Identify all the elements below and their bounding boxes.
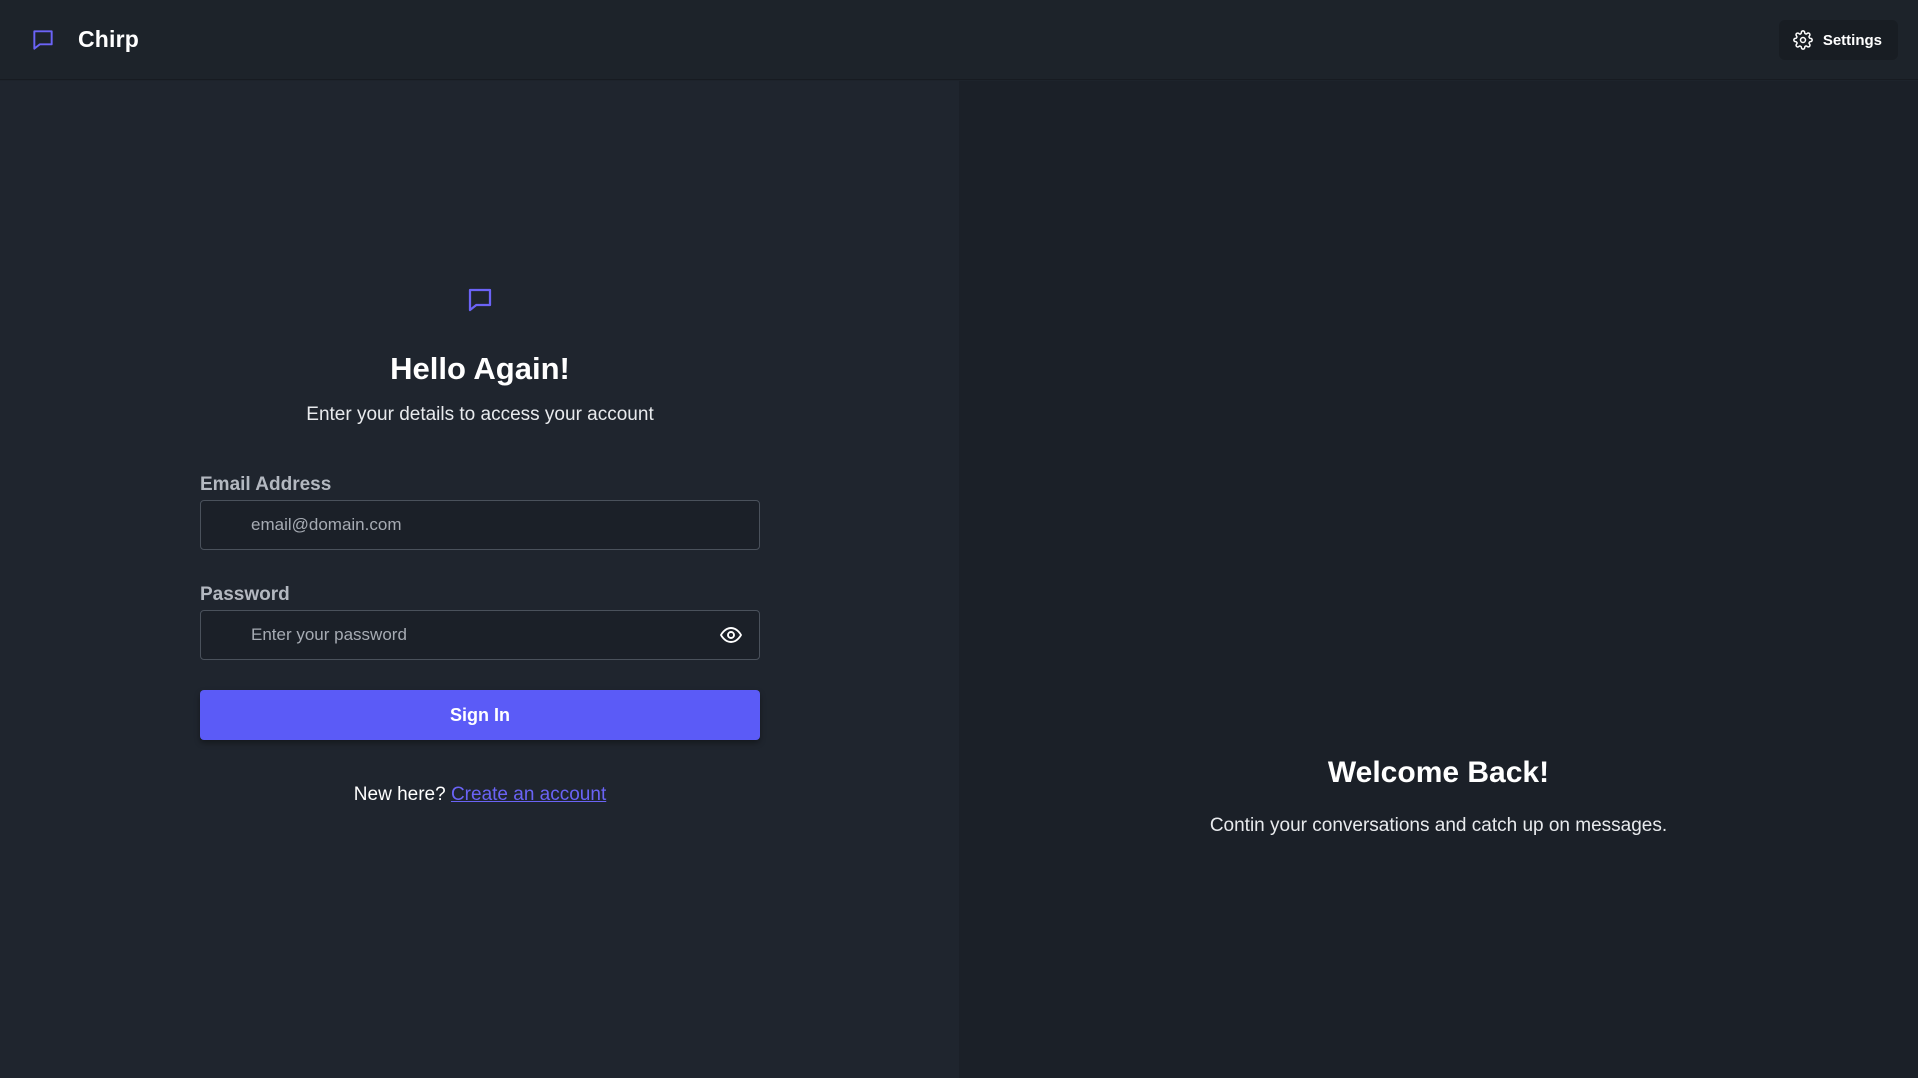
email-field[interactable] bbox=[200, 500, 760, 550]
login-subtitle: Enter your details to access your accoun… bbox=[306, 404, 654, 425]
welcome-text: Contin your conversations and catch up o… bbox=[1209, 815, 1668, 836]
settings-button[interactable]: Settings bbox=[1778, 20, 1898, 60]
login-title: Hello Again! bbox=[390, 351, 570, 386]
email-label: Email Address bbox=[200, 474, 332, 495]
brand-name: Chirp bbox=[78, 26, 140, 52]
password-label: Password bbox=[200, 584, 290, 605]
password-field[interactable] bbox=[200, 610, 760, 660]
sign-in-button[interactable]: Sign In bbox=[200, 690, 760, 740]
chat-bubble-icon bbox=[30, 27, 56, 53]
create-account-link[interactable]: Create an account bbox=[451, 784, 606, 805]
welcome-panel: Welcome Back! Contin your conversations … bbox=[959, 81, 1918, 1078]
chat-bubble-icon bbox=[465, 285, 495, 315]
toggle-password-visibility-button[interactable] bbox=[718, 622, 744, 648]
brand[interactable]: Chirp bbox=[30, 26, 139, 53]
top-nav: Chirp Settings bbox=[0, 0, 1918, 80]
settings-label: Settings bbox=[1822, 31, 1882, 49]
eye-icon bbox=[719, 623, 743, 647]
signup-prompt-text: New here? bbox=[353, 784, 451, 805]
welcome-title: Welcome Back! bbox=[1327, 756, 1550, 789]
signup-prompt: New here? Create an account bbox=[200, 784, 760, 806]
login-panel: Hello Again! Enter your details to acces… bbox=[0, 81, 959, 1078]
gear-icon bbox=[1792, 30, 1813, 50]
